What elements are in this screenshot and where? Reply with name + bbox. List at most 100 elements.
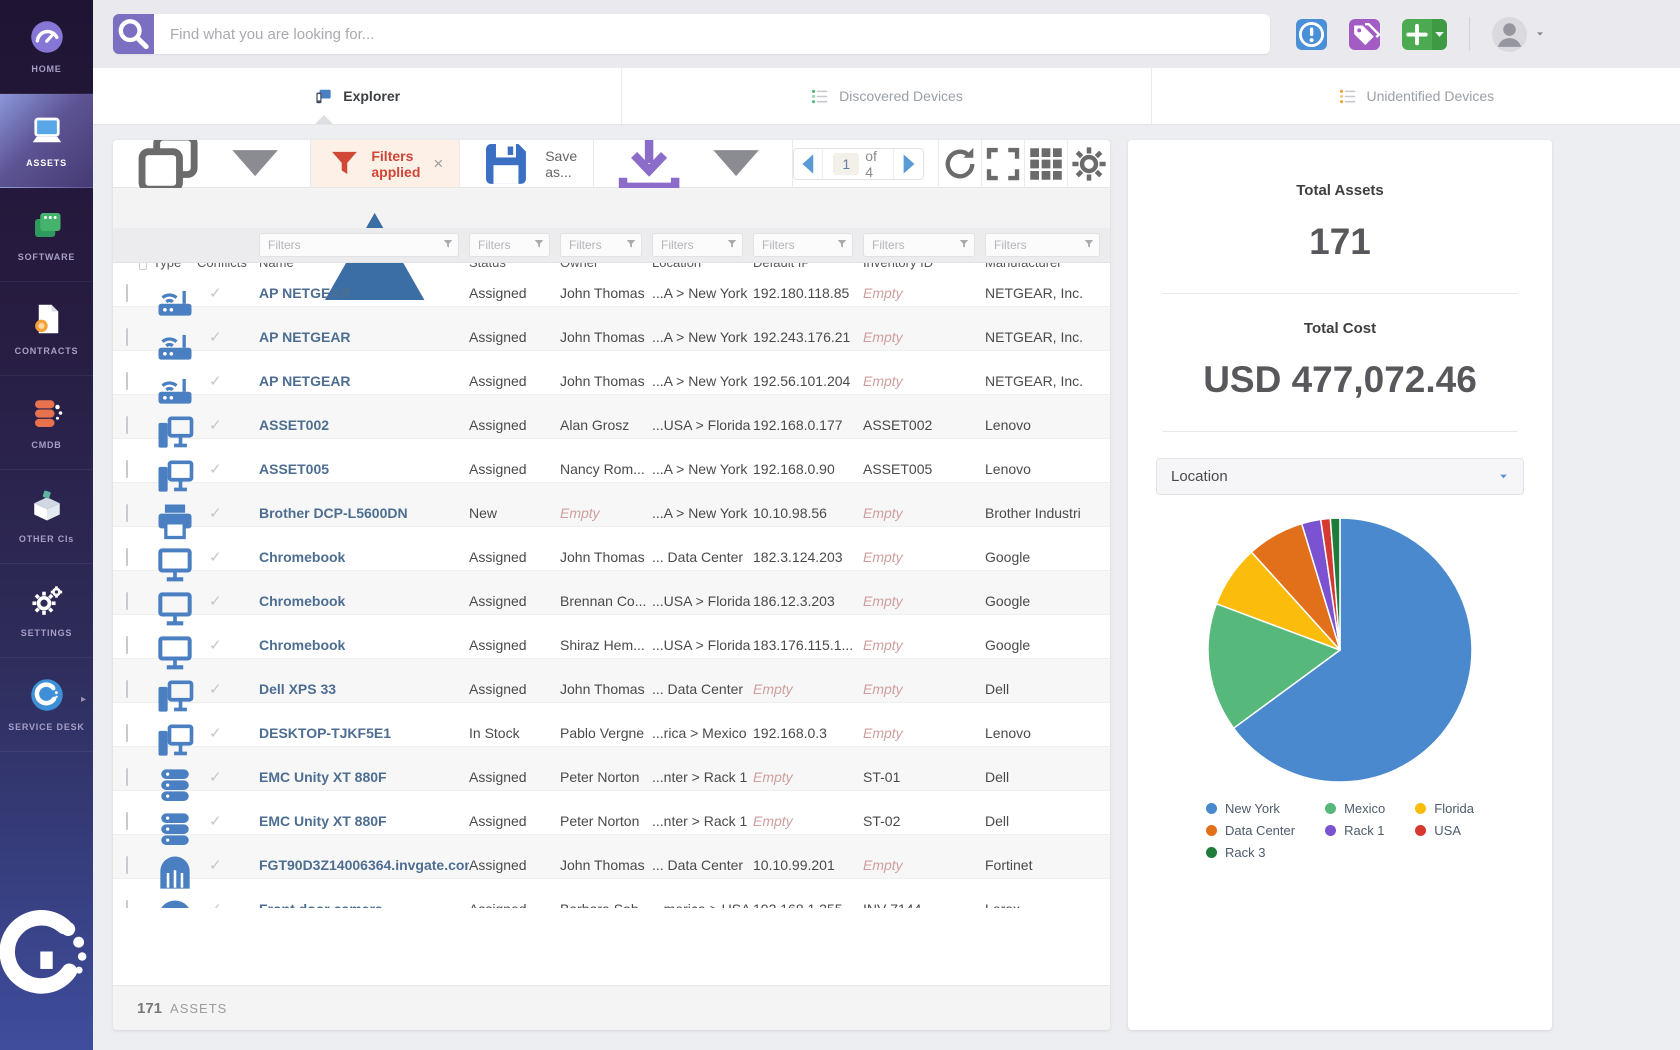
table-cell: Dell — [985, 813, 1110, 829]
view-switch-button[interactable] — [113, 140, 311, 187]
table-cell: Empty — [863, 373, 985, 389]
conflict-check-icon: ✓ — [197, 372, 259, 390]
table-cell: 192.168.1.255 — [753, 901, 863, 908]
table-cell: John Thomas — [560, 549, 652, 565]
table-cell: Lenovo — [985, 461, 1110, 477]
tab-discovered[interactable]: Discovered Devices — [622, 68, 1151, 124]
table-row: ✓FGT90D3Z14006364.invgate.comAssignedJoh… — [113, 835, 1110, 879]
row-checkbox[interactable] — [126, 680, 128, 698]
sidebar-item-settings[interactable]: SETTINGS — [0, 564, 93, 658]
asset-name-link[interactable]: EMC Unity XT 880F — [259, 813, 387, 829]
asset-name-link[interactable]: ASSET005 — [259, 461, 329, 477]
asset-name-link[interactable]: Brother DCP-L5600DN — [259, 505, 408, 521]
table-cell: John Thomas — [560, 681, 652, 697]
table-cell: Lenovo — [985, 417, 1110, 433]
asset-name-link[interactable]: EMC Unity XT 880F — [259, 769, 387, 785]
export-button[interactable] — [594, 140, 792, 187]
current-page[interactable]: 1 — [833, 153, 859, 175]
avatar[interactable] — [1492, 17, 1527, 52]
tab-explorer[interactable]: Explorer — [93, 68, 622, 124]
row-checkbox[interactable] — [126, 372, 128, 390]
chevron-down-icon — [1498, 471, 1509, 482]
tags-button[interactable] — [1349, 19, 1380, 50]
user-menu[interactable] — [1492, 17, 1545, 52]
chevron-down-icon[interactable] — [1535, 29, 1545, 39]
table-cell: John Thomas — [560, 857, 652, 873]
row-checkbox[interactable] — [126, 284, 128, 302]
table-settings-button[interactable] — [1067, 140, 1110, 188]
asset-name-link[interactable]: AP NETGEAR — [259, 373, 351, 389]
add-button[interactable] — [1402, 19, 1447, 50]
table-cell: John Thomas — [560, 329, 652, 345]
row-checkbox[interactable] — [126, 812, 128, 830]
legend-item[interactable]: USA — [1415, 823, 1474, 838]
row-checkbox[interactable] — [126, 548, 128, 566]
sidebar-item-contracts[interactable]: CONTRACTS — [0, 282, 93, 376]
plus-icon — [1402, 19, 1432, 50]
table-cell: ST-01 — [863, 769, 985, 785]
sidebar-item-home[interactable]: HOME — [0, 0, 93, 94]
save-as-button[interactable]: Save as... — [460, 140, 594, 187]
table-cell: ...USA > Florida — [652, 593, 753, 609]
column-filter — [863, 233, 975, 257]
row-checkbox[interactable] — [126, 592, 128, 610]
asset-name-link[interactable]: AP NETGEAR — [259, 285, 351, 301]
legend-item[interactable]: Rack 1 — [1325, 823, 1385, 838]
asset-name-link[interactable]: Chromebook — [259, 593, 345, 609]
legend-item[interactable]: Data Center — [1206, 823, 1295, 838]
pagination: 1 of 4 — [793, 148, 924, 180]
next-page-button[interactable] — [894, 149, 923, 179]
sidebar-item-software[interactable]: SOFTWARE — [0, 188, 93, 282]
table-cell: ...nter > Rack 1 — [652, 769, 753, 785]
prev-page-button[interactable] — [794, 149, 823, 179]
row-checkbox[interactable] — [126, 504, 128, 522]
row-checkbox[interactable] — [126, 856, 128, 874]
filter-input[interactable] — [259, 233, 459, 257]
asset-name-link[interactable]: Front door camera — [259, 901, 383, 908]
asset-name-link[interactable]: Chromebook — [259, 549, 345, 565]
asset-name-link[interactable]: AP NETGEAR — [259, 329, 351, 345]
software-icon — [29, 207, 65, 243]
sidebar-item-assets[interactable]: ASSETS — [0, 94, 93, 188]
asset-name-link[interactable]: Dell XPS 33 — [259, 681, 336, 697]
asset-name-link[interactable]: ASSET002 — [259, 417, 329, 433]
asset-name-link[interactable]: DESKTOP-TJKF5E1 — [259, 725, 391, 741]
legend-item[interactable]: New York — [1206, 801, 1295, 816]
asset-name-link[interactable]: FGT90D3Z14006364.invgate.com — [259, 857, 469, 873]
table-cell: 183.176.115.1... — [753, 637, 863, 653]
row-checkbox[interactable] — [126, 900, 128, 908]
row-checkbox[interactable] — [126, 724, 128, 742]
row-checkbox[interactable] — [126, 636, 128, 654]
sidebar-item-other-cis[interactable]: OTHER CIs — [0, 470, 93, 564]
table-cell: INV-7144 — [863, 901, 985, 908]
group-by-select[interactable]: Location — [1156, 458, 1524, 495]
conflict-check-icon: ✓ — [197, 856, 259, 874]
row-checkbox[interactable] — [126, 460, 128, 478]
legend-item[interactable]: Rack 3 — [1206, 845, 1295, 860]
row-checkbox[interactable] — [126, 328, 128, 346]
tab-unidentified[interactable]: Unidentified Devices — [1152, 68, 1680, 124]
alerts-button[interactable] — [1296, 19, 1327, 50]
sidebar-item-cmdb[interactable]: CMDB — [0, 376, 93, 470]
table-cell: 10.10.98.56 — [753, 505, 863, 521]
refresh-button[interactable] — [938, 140, 981, 188]
close-icon[interactable]: × — [433, 154, 443, 174]
search-input[interactable] — [154, 14, 1270, 54]
table-cell: Assigned — [469, 373, 560, 389]
table-cell: ASSET002 — [863, 417, 985, 433]
table-cell: ...A > New York — [652, 461, 753, 477]
search-button[interactable] — [113, 14, 154, 54]
fullscreen-button[interactable] — [981, 140, 1024, 188]
asset-name-link[interactable]: Chromebook — [259, 637, 345, 653]
legend-item[interactable]: Florida — [1415, 801, 1474, 816]
table-cell: Fortinet — [985, 857, 1110, 873]
legend-item[interactable]: Mexico — [1325, 801, 1385, 816]
filters-applied-chip[interactable]: Filters applied × — [311, 140, 460, 187]
row-checkbox[interactable] — [126, 416, 128, 434]
sidebar-item-service-desk[interactable]: SERVICE DESK▸ — [0, 658, 93, 752]
grid-view-button[interactable] — [1024, 140, 1067, 188]
floppy-icon — [476, 140, 536, 193]
chevron-down-icon[interactable] — [1432, 19, 1447, 50]
row-checkbox[interactable] — [126, 768, 128, 786]
table-cell: Assigned — [469, 681, 560, 697]
